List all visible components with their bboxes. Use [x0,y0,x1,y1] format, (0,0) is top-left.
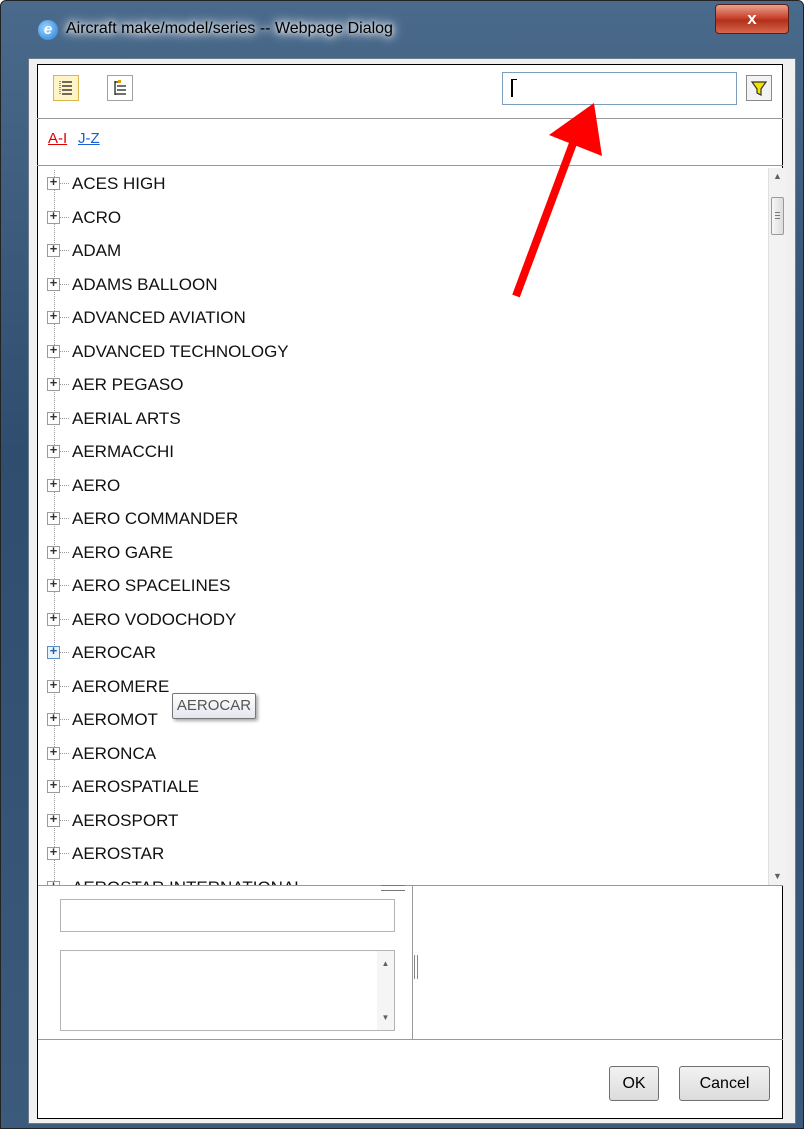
expand-plus-icon[interactable]: + [47,545,60,559]
scroll-up-arrow-icon[interactable]: ▲ [769,168,786,185]
ok-button[interactable]: OK [609,1066,659,1101]
expand-plus-icon[interactable]: + [47,612,60,626]
tree-connector [60,417,69,419]
tree-connector [60,250,69,251]
tree-connector [60,618,69,620]
tree-node-label[interactable]: AERO GARE [72,543,173,563]
tree-node-label[interactable]: AEROMERE [72,677,169,697]
tree-node-label[interactable]: ADAMS BALLOON [72,275,218,295]
horizontal-splitter[interactable] [38,885,783,886]
tree-scrollbar[interactable]: ▲ ▼ [768,168,785,885]
tree-connector [60,518,69,519]
filter-button[interactable] [746,75,772,101]
tree-connector [60,384,69,385]
tree-node-label[interactable]: ADAM [72,241,121,261]
text-cursor [511,79,517,97]
expand-plus-icon[interactable]: + [47,813,60,827]
expand-plus-icon[interactable]: + [47,310,60,324]
tree-view-button[interactable] [107,75,133,101]
tree-connector [60,183,69,184]
list-view-icon [59,81,72,95]
expand-plus-icon[interactable]: + [47,712,60,726]
expand-plus-icon[interactable]: + [47,511,60,525]
tree-node-label[interactable]: AERONCA [72,744,156,764]
expand-plus-icon[interactable]: + [47,344,60,358]
expand-plus-icon[interactable]: + [47,277,60,291]
alpha-filter-j-z[interactable]: J-Z [78,130,100,147]
expand-plus-icon[interactable]: + [47,377,60,391]
scrollbar-thumb[interactable] [771,197,784,235]
tree-connector [60,216,69,218]
internet-explorer-icon: e [38,20,58,40]
tree-connector [60,786,69,787]
expand-plus-icon[interactable]: + [47,478,60,492]
tree-connector [60,551,69,553]
tree-node-label[interactable]: AERO SPACELINES [72,576,230,596]
tree-connector [60,283,69,285]
alphabet-filter-bar [37,119,783,166]
tree-connector [60,652,69,653]
filter-funnel-icon [750,81,768,96]
expand-plus-icon[interactable]: + [47,578,60,592]
expand-plus-icon[interactable]: + [47,243,60,257]
hover-tooltip: AEROCAR [172,693,256,719]
tree-node-label[interactable]: AERO VODOCHODY [72,610,236,630]
expand-plus-icon[interactable]: + [47,645,60,659]
tree-node-label[interactable]: ACRO [72,208,121,228]
title-bar[interactable]: e Aircraft make/model/series -- Webpage … [0,0,804,58]
tree-node-label[interactable]: AEROCAR [72,643,156,663]
expand-plus-icon[interactable]: + [47,444,60,458]
tree-connector [60,317,69,318]
textarea-scroll-up-icon[interactable]: ▲ [377,955,394,972]
list-view-button[interactable] [53,75,79,101]
button-bar-separator [38,1039,783,1040]
selection-textarea[interactable]: ▲ ▼ [60,950,395,1031]
tree-connector [60,451,69,452]
tree-node-label[interactable]: AEROSTAR [72,844,164,864]
expand-plus-icon[interactable]: + [47,176,60,190]
tree-connector [60,685,69,687]
vertical-splitter[interactable] [412,886,413,1039]
tree-node-label[interactable]: AEROMOT [72,710,158,730]
textarea-scroll-down-icon[interactable]: ▼ [377,1009,394,1026]
tree-connector [60,853,69,854]
search-input[interactable] [502,72,737,105]
close-button[interactable]: x [715,4,789,34]
window-title: Aircraft make/model/series -- Webpage Di… [66,20,393,37]
tree-view-icon [114,80,126,95]
expand-plus-icon[interactable]: + [47,846,60,860]
expand-plus-icon[interactable]: + [47,679,60,693]
scroll-down-arrow-icon[interactable]: ▼ [769,868,786,885]
expand-plus-icon[interactable]: + [47,210,60,224]
tree-node-label[interactable]: AERMACCHI [72,442,174,462]
tree-node-label[interactable]: AEROSTAR INTERNATIONAL [72,878,304,886]
cancel-button[interactable]: Cancel [679,1066,770,1101]
tree-node-label[interactable]: AERIAL ARTS [72,409,181,429]
expand-plus-icon[interactable]: + [47,746,60,760]
splitter-grip-icon[interactable] [381,885,405,891]
tree-connector [60,719,69,720]
textarea-scrollbar[interactable]: ▲ ▼ [377,951,394,1030]
tree-connector [60,819,69,821]
tree-node-label[interactable]: ADVANCED AVIATION [72,308,246,328]
tree-connector [60,585,69,586]
tree-node-label[interactable]: AER PEGASO [72,375,183,395]
tree-node-label[interactable]: AERO COMMANDER [72,509,238,529]
vertical-splitter-grip-icon[interactable] [414,955,418,979]
tree-node-label[interactable]: AERO [72,476,120,496]
expand-plus-icon[interactable]: + [47,779,60,793]
tree-node-label[interactable]: AEROSPORT [72,811,178,831]
tree-node-label[interactable]: ADVANCED TECHNOLOGY [72,342,289,362]
alpha-filter-a-i[interactable]: A-I [48,130,67,147]
aircraft-make-tree: + ACES HIGH + ACRO + ADAM + ADAMS BALLOON + ADVAN… [38,167,768,885]
selection-field[interactable] [60,899,395,932]
tree-connector [60,350,69,352]
tree-connector [60,752,69,754]
tree-node-label[interactable]: AEROSPATIALE [72,777,199,797]
tree-connector [60,484,69,486]
expand-plus-icon[interactable]: + [47,411,60,425]
tree-node-label[interactable]: ACES HIGH [72,174,166,194]
